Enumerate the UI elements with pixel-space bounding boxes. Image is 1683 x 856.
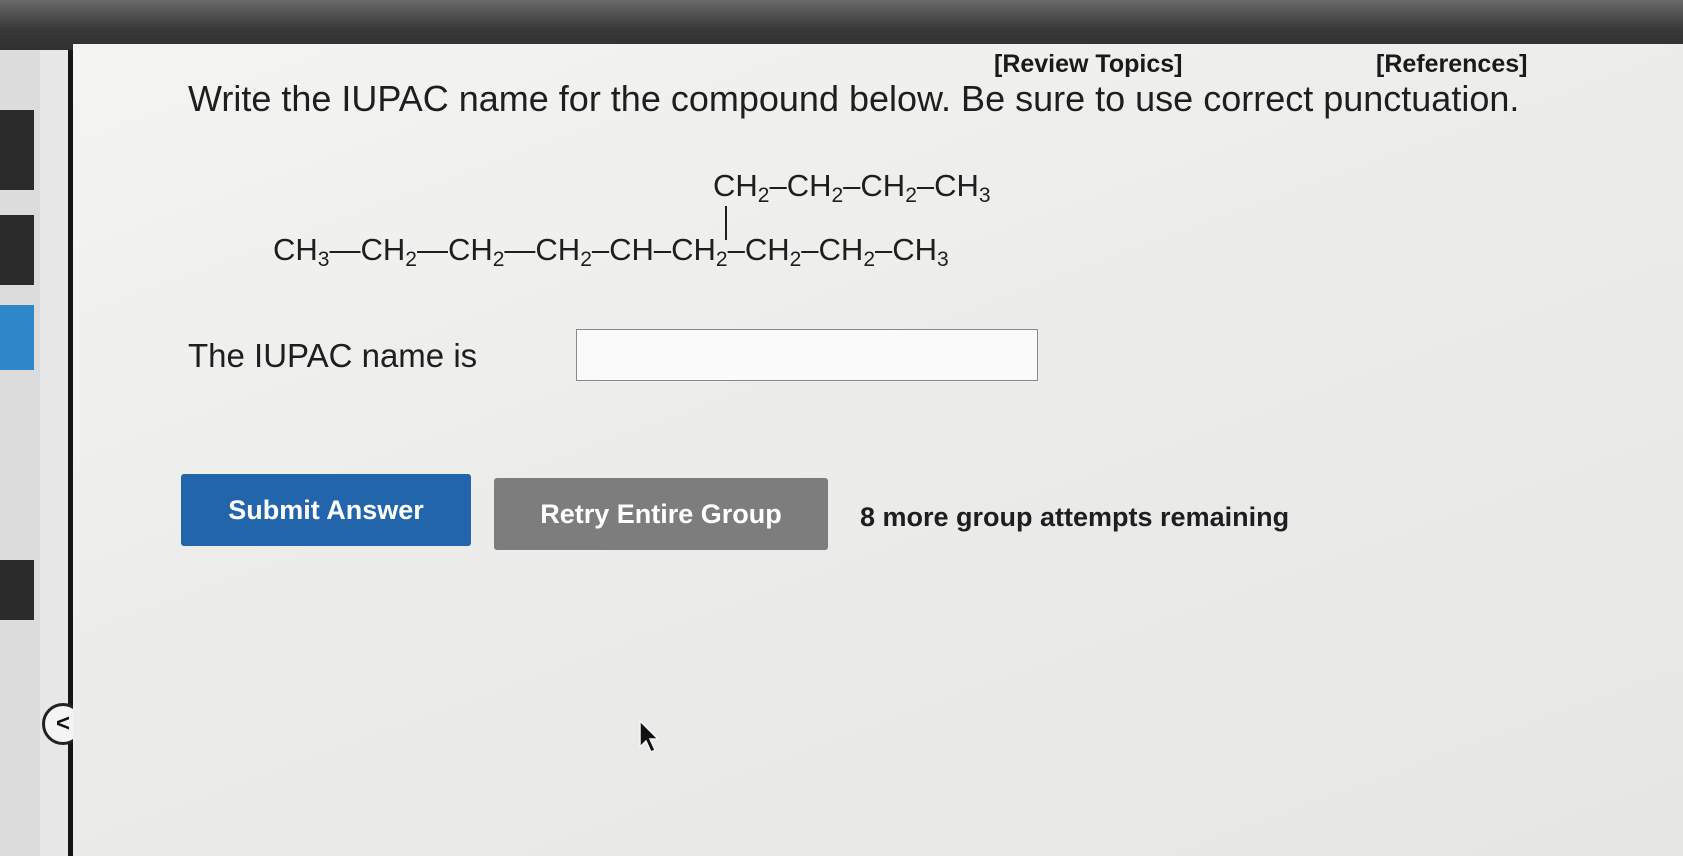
reference-links: [Review Topics] [References] xyxy=(73,50,1683,80)
sidebar-block xyxy=(0,560,34,620)
sidebar-block xyxy=(0,110,34,190)
references-link[interactable]: [References] xyxy=(1376,50,1527,79)
question-prompt: Write the IUPAC name for the compound be… xyxy=(188,78,1520,119)
sidebar-block xyxy=(0,215,34,285)
retry-entire-group-button[interactable]: Retry Entire Group xyxy=(494,478,828,550)
question-panel: [Review Topics] [References] Write the I… xyxy=(73,44,1683,856)
review-topics-link[interactable]: [Review Topics] xyxy=(994,50,1182,79)
iupac-name-input[interactable] xyxy=(576,329,1038,381)
main-chain-formula: CH3—CH2—CH2—CH2–CH–CH2–CH2–CH2–CH3 xyxy=(273,232,949,271)
left-sidebar-strip xyxy=(0,50,40,856)
submit-answer-button[interactable]: Submit Answer xyxy=(181,474,471,546)
mouse-cursor-icon xyxy=(639,719,660,754)
sidebar-active-indicator xyxy=(0,305,34,370)
attempts-remaining-text: 8 more group attempts remaining xyxy=(860,502,1290,532)
answer-label: The IUPAC name is xyxy=(188,337,478,374)
branch-chain-formula: CH2–CH2–CH2–CH3 xyxy=(713,168,991,207)
